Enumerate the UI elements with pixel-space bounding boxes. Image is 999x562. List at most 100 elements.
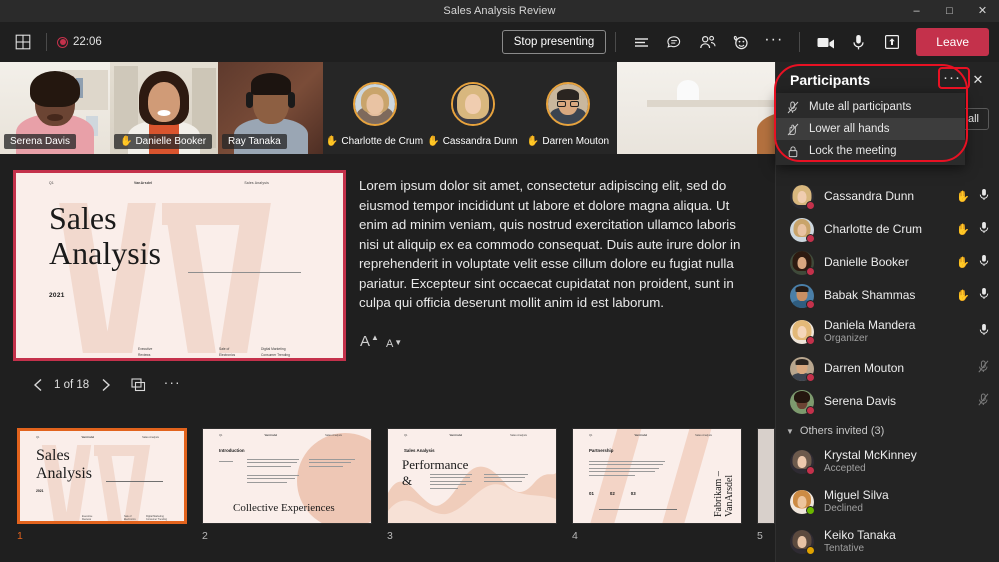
video-tile-danielle-booker[interactable]: ✋ Danielle Booker: [110, 62, 218, 154]
mic-off-icon: [786, 101, 800, 114]
thumbnail-item[interactable]: 5: [757, 428, 775, 542]
microphone-icon[interactable]: [979, 188, 989, 206]
presence-indicator: [806, 506, 815, 515]
thumb-title-1: Sales Analysis: [36, 447, 92, 482]
recording-indicator: 22:06: [57, 36, 102, 48]
window-title: Sales Analysis Review: [443, 5, 555, 17]
invited-row-krystal-mckinney[interactable]: Krystal McKinney Accepted: [776, 442, 999, 482]
participant-row-babak-shammas[interactable]: Babak Shammas ✋: [776, 279, 999, 312]
reactions-icon[interactable]: [724, 27, 757, 57]
menu-item-lock-the-meeting[interactable]: Lock the meeting: [776, 140, 965, 162]
minimize-button[interactable]: –: [900, 0, 933, 22]
close-button[interactable]: ✕: [966, 0, 999, 22]
participant-row-darren-mouton[interactable]: Darren Mouton: [776, 352, 999, 385]
thumb-kicker-4: Partnership: [589, 448, 613, 453]
avatar: [790, 320, 814, 344]
presence-indicator: [806, 300, 815, 309]
microphone-muted-icon[interactable]: [978, 393, 989, 411]
thumbnail-item[interactable]: Q1 VanArsdel Sales Analysis Partnership …: [572, 428, 742, 542]
people-icon[interactable]: [691, 27, 724, 57]
maximize-button[interactable]: □: [933, 0, 966, 22]
avatar: [790, 218, 814, 242]
recording-timer: 22:06: [73, 36, 102, 48]
microphone-icon[interactable]: [979, 221, 989, 239]
slide-counter: 1 of 18: [50, 379, 93, 391]
decrease-font-size-button[interactable]: A▼: [386, 338, 402, 350]
recording-dot-icon: [57, 37, 68, 48]
current-slide[interactable]: Q1 VanArsdel Sales Analysis Sales Analys…: [13, 170, 346, 361]
thumbnail-item[interactable]: Q1 VanArsdel Sales Analysis Sales Analys…: [17, 428, 187, 542]
participant-row-serena-davis[interactable]: Serena Davis: [776, 385, 999, 418]
video-tile-ray-tanaka[interactable]: Ray Tanaka: [218, 62, 323, 154]
participant-name: Keiko Tanaka: [824, 529, 989, 543]
video-tile-charlotte-de-crum[interactable]: ✋ Charlotte de Crum: [323, 62, 426, 154]
others-invited-group-header[interactable]: ▼ Others invited (3): [776, 418, 999, 442]
leave-button[interactable]: Leave: [916, 28, 989, 56]
video-tile-darren-mouton[interactable]: ✋ Darren Mouton: [519, 62, 617, 154]
participant-icons: ✋: [956, 188, 989, 206]
participants-list[interactable]: Cassandra Dunn ✋: [776, 180, 999, 562]
camera-icon[interactable]: [809, 27, 842, 57]
thumbnail-image-1[interactable]: Q1 VanArsdel Sales Analysis Sales Analys…: [17, 428, 187, 524]
presentation-body-text: Lorem ipsum dolor sit amet, consectetur …: [359, 176, 749, 313]
chevron-down-icon[interactable]: ▼: [786, 427, 794, 436]
participants-more-options-icon[interactable]: ···: [939, 67, 965, 93]
next-slide-button[interactable]: [93, 374, 117, 396]
thumbnail-image-4[interactable]: Q1 VanArsdel Sales Analysis Partnership …: [572, 428, 742, 524]
grid-view-icon[interactable]: [10, 29, 36, 55]
thumbnail-item[interactable]: Q1 VanArsdel Sales Analysis Sales Analys…: [387, 428, 557, 542]
close-panel-icon[interactable]: ✕: [965, 67, 991, 93]
slide-title: Sales Analysis: [49, 201, 161, 270]
participant-icons: [978, 393, 989, 411]
window-controls: – □ ✕: [900, 0, 999, 22]
thumb-stats-4: 01 02 03: [589, 491, 636, 496]
invited-row-keiko-tanaka[interactable]: Keiko Tanaka Tentative: [776, 522, 999, 562]
participant-row-daniela-mandera[interactable]: Daniela Mandera Organizer: [776, 312, 999, 352]
participants-context-menu[interactable]: Mute all participants Lower all hands Lo…: [776, 93, 965, 165]
participant-role: Organizer: [824, 332, 979, 345]
avatar: [790, 251, 814, 275]
toolbar-divider-2: [615, 32, 616, 52]
microphone-icon[interactable]: [979, 254, 989, 272]
video-tile-cassandra-dunn[interactable]: ✋ Cassandra Dunn: [426, 62, 519, 154]
microphone-icon[interactable]: [979, 323, 989, 341]
avatar: [451, 82, 495, 126]
participant-row-danielle-booker[interactable]: Danielle Booker ✋: [776, 246, 999, 279]
others-invited-label: Others invited (3): [800, 425, 884, 437]
slide-rule: [188, 272, 301, 273]
participant-row-cassandra-dunn[interactable]: Cassandra Dunn ✋: [776, 180, 999, 213]
thumbnail-image-5[interactable]: [757, 428, 775, 524]
show-conversation-list-icon[interactable]: [625, 27, 658, 57]
tile-name-chip: ✋ Darren Mouton: [521, 134, 615, 149]
menu-item-label: Lower all hands: [809, 123, 890, 135]
menu-item-mute-all-participants[interactable]: Mute all participants: [776, 96, 965, 118]
microphone-icon[interactable]: [979, 287, 989, 305]
thumbnail-image-2[interactable]: Q1 VanArsdel Sales Analysis Introduction…: [202, 428, 372, 524]
thumbnail-item[interactable]: Q1 VanArsdel Sales Analysis Introduction…: [202, 428, 372, 542]
video-tile-serena-davis[interactable]: Serena Davis: [0, 62, 110, 154]
participant-row-charlotte-de-crum[interactable]: Charlotte de Crum ✋: [776, 213, 999, 246]
chat-icon[interactable]: [658, 27, 691, 57]
slide-thumbnail-strip[interactable]: Q1 VanArsdel Sales Analysis Sales Analys…: [0, 428, 775, 562]
invited-row-miguel-silva[interactable]: Miguel Silva Declined: [776, 482, 999, 522]
slide-more-options-icon[interactable]: ···: [159, 374, 185, 396]
microphone-icon[interactable]: [842, 27, 875, 57]
toolbar-divider-3: [799, 32, 800, 52]
previous-slide-button[interactable]: [26, 374, 50, 396]
menu-item-lower-all-hands[interactable]: Lower all hands: [776, 118, 965, 140]
raised-hand-icon: ✋: [120, 136, 132, 147]
avatar: [790, 284, 814, 308]
thumbnail-image-3[interactable]: Q1 VanArsdel Sales Analysis Sales Analys…: [387, 428, 557, 524]
all-slides-icon[interactable]: [125, 374, 151, 396]
stop-presenting-button[interactable]: Stop presenting: [502, 30, 607, 54]
menu-item-label: Lock the meeting: [809, 145, 897, 157]
share-content-icon[interactable]: [875, 27, 908, 57]
more-actions-icon[interactable]: ···: [757, 27, 790, 57]
microphone-muted-icon[interactable]: [978, 360, 989, 378]
tile-name-chip: Serena Davis: [4, 134, 76, 149]
increase-font-size-button[interactable]: A▲: [360, 333, 379, 350]
rsvp-status: Declined: [824, 502, 989, 515]
presence-indicator: [806, 336, 815, 345]
thumb-title-3b: &: [402, 473, 412, 489]
thumbnail-number: 4: [572, 530, 742, 542]
